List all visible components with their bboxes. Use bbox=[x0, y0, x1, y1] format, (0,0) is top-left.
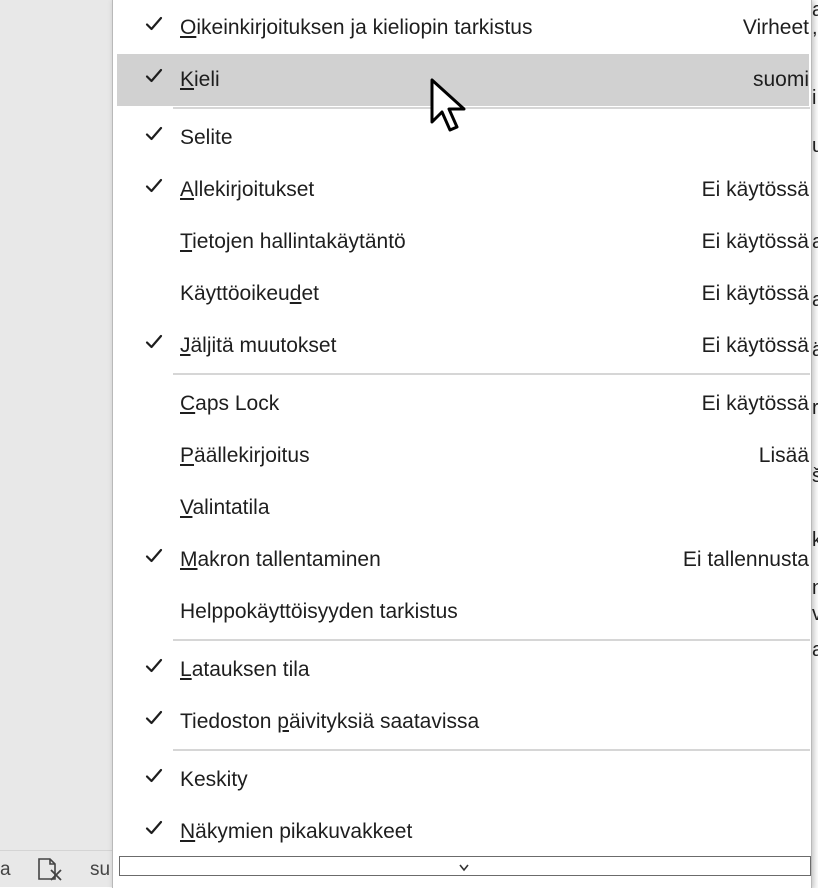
menu-item-value: Ei käytössä bbox=[701, 334, 809, 357]
document-check-icon[interactable] bbox=[36, 857, 64, 881]
menu-item-value: Lisää bbox=[758, 444, 809, 467]
checkmark-icon bbox=[145, 709, 163, 727]
menu-item-label: Caps Lock bbox=[180, 392, 280, 415]
menu-item-allekirjoitukset[interactable]: Allekirjoitukset Ei käytössä bbox=[117, 164, 809, 216]
menu-item-label: Allekirjoitukset bbox=[180, 178, 315, 201]
menu-item-label: Näkymien pikakuvakkeet bbox=[180, 820, 413, 843]
document-edge-glyph: a bbox=[812, 231, 818, 253]
document-edge-glyph: i bbox=[812, 87, 817, 109]
checkmark-icon bbox=[145, 547, 163, 565]
menu-item-kayttooikeudet[interactable]: Käyttöoikeudet Ei käytössä bbox=[117, 268, 809, 320]
document-edge-glyph: u bbox=[812, 135, 818, 157]
menu-item-tiedoston-paivityksia-saatavissa[interactable]: Tiedoston päivityksiä saatavissa bbox=[117, 696, 809, 748]
menu-item-label: Oikeinkirjoituksen ja kieliopin tarkistu… bbox=[180, 16, 533, 39]
checkmark-icon bbox=[145, 657, 163, 675]
document-edge-glyph: k bbox=[812, 529, 818, 551]
menu-item-jaljita-muutokset[interactable]: Jäljitä muutokset Ei käytössä bbox=[117, 320, 809, 372]
menu-item-label: Valintatila bbox=[180, 496, 270, 519]
menu-item-tietojen-hallintakaytanto[interactable]: Tietojen hallintakäytäntö Ei käytössä bbox=[117, 216, 809, 268]
menu-item-keskity[interactable]: Keskity bbox=[117, 754, 809, 806]
menu-item-helppokayttoisyyden-tarkistus[interactable]: Helppokäyttöisyyden tarkistus bbox=[117, 586, 809, 638]
mouse-cursor-icon bbox=[430, 78, 470, 136]
checkmark-icon bbox=[145, 125, 163, 143]
menu-item-value: Ei käytössä bbox=[701, 230, 809, 253]
menu-item-value: Ei käytössä bbox=[701, 392, 809, 415]
menu-item-label: Tiedoston päivityksiä saatavissa bbox=[180, 710, 480, 733]
menu-item-label: Jäljitä muutokset bbox=[180, 334, 337, 357]
menu-item-label: Makron tallentaminen bbox=[180, 548, 381, 571]
checkmark-icon bbox=[145, 177, 163, 195]
menu-item-label: Helppokäyttöisyyden tarkistus bbox=[180, 600, 458, 623]
menu-item-value: Ei tallennusta bbox=[682, 548, 809, 571]
menu-separator bbox=[173, 107, 810, 109]
menu-item-label: Päällekirjoitus bbox=[180, 444, 310, 467]
menu-item-oikeinkirjoituksen-ja-kieliopin-tarkistus[interactable]: Oikeinkirjoituksen ja kieliopin tarkistu… bbox=[117, 2, 809, 54]
checkmark-icon bbox=[145, 333, 163, 351]
menu-separator bbox=[173, 373, 810, 375]
checkmark-icon bbox=[145, 767, 163, 785]
menu-separator bbox=[173, 639, 810, 641]
document-edge-glyph: r bbox=[812, 397, 818, 419]
document-background bbox=[0, 0, 116, 886]
menu-item-makron-tallentaminen[interactable]: Makron tallentaminen Ei tallennusta bbox=[117, 534, 809, 586]
checkmark-icon bbox=[145, 819, 163, 837]
document-edge-glyph: a bbox=[812, 289, 818, 311]
checkmark-icon bbox=[145, 15, 163, 33]
menu-item-paallekirjoitus[interactable]: Päällekirjoitus Lisää bbox=[117, 430, 809, 482]
document-edge-glyph: , bbox=[812, 17, 818, 39]
menu-item-value: suomi bbox=[752, 68, 809, 91]
status-bar-text: a bbox=[0, 859, 11, 880]
document-edge-glyph: v bbox=[812, 603, 818, 625]
menu-item-caps-lock[interactable]: Caps Lock Ei käytössä bbox=[117, 378, 809, 430]
menu-separator bbox=[173, 749, 810, 751]
document-edge-glyph: n bbox=[812, 577, 818, 599]
document-edge-glyph: a bbox=[812, 639, 818, 661]
document-edge-glyph: ä bbox=[812, 339, 818, 361]
menu-item-value: Ei käytössä bbox=[701, 178, 809, 201]
menu-item-valintatila[interactable]: Valintatila bbox=[117, 482, 809, 534]
chevron-down-icon bbox=[458, 860, 470, 872]
menu-item-nakymien-pikakuvakkeet[interactable]: Näkymien pikakuvakkeet bbox=[117, 806, 809, 858]
menu-item-label: Käyttöoikeudet bbox=[180, 282, 319, 305]
menu-scroll-down-button[interactable] bbox=[119, 856, 811, 876]
menu-item-label: Selite bbox=[180, 126, 233, 149]
status-bar: a su bbox=[0, 850, 116, 887]
menu-item-label: Tietojen hallintakäytäntö bbox=[180, 230, 406, 253]
menu-item-label: Latauksen tila bbox=[180, 658, 310, 681]
menu-item-value: Virheet bbox=[742, 16, 809, 39]
checkmark-icon bbox=[145, 67, 163, 85]
menu-item-label: Kieli bbox=[180, 68, 220, 91]
status-bar-language[interactable]: su bbox=[90, 859, 110, 881]
menu-item-value: Ei käytössä bbox=[701, 282, 809, 305]
menu-item-latauksen-tila[interactable]: Latauksen tila bbox=[117, 644, 809, 696]
document-edge-glyph: š bbox=[812, 465, 818, 487]
menu-item-label: Keskity bbox=[180, 768, 248, 791]
